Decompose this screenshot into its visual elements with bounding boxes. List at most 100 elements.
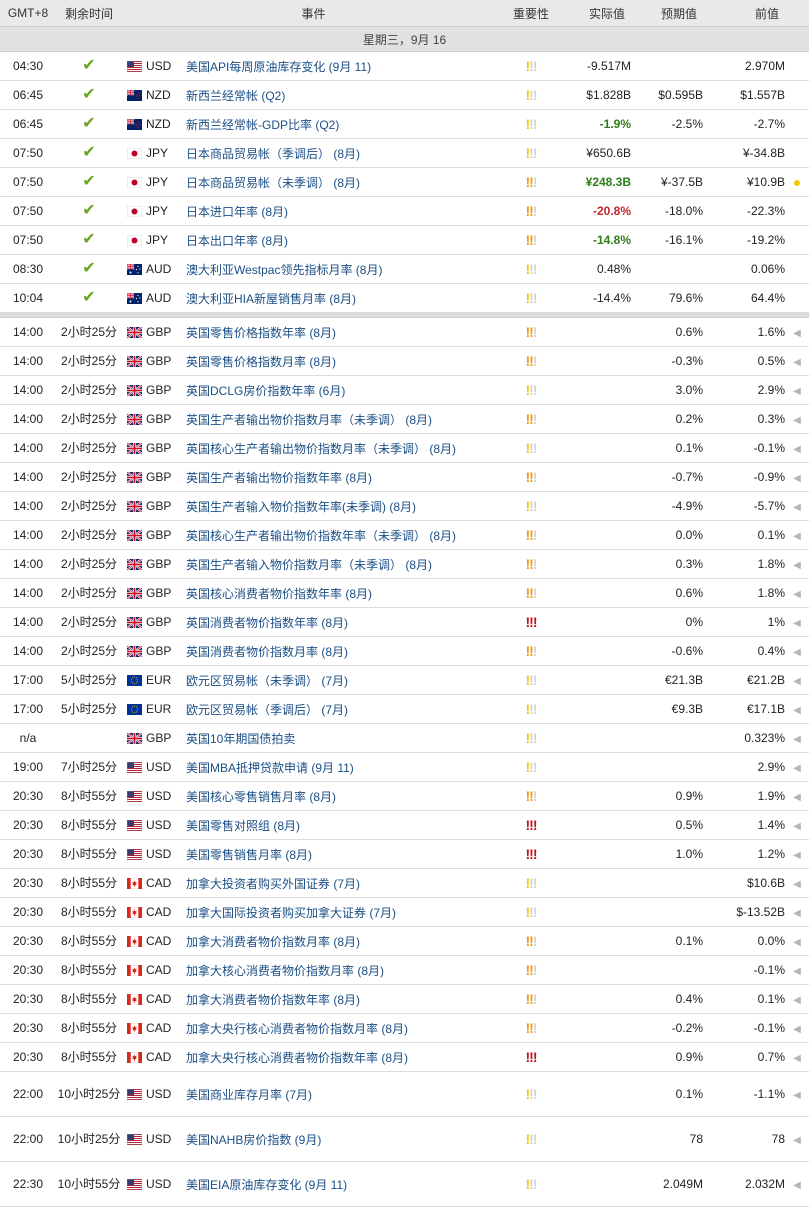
expand-arrow-icon[interactable]: ◀	[793, 1180, 801, 1191]
event-name-link[interactable]: 加拿大核心消费者物价指数月率 (8月)	[186, 955, 506, 985]
event-name-link[interactable]: 美国零售销售月率 (8月)	[186, 839, 506, 869]
expand-arrow-icon[interactable]: ◀	[793, 966, 801, 977]
expand-arrow-icon[interactable]: ◀	[793, 705, 801, 716]
event-row[interactable]: 07:50 ✔ JPY 日本出口年率 (8月)!!! -14.8% -16.1% -19.2…	[0, 225, 809, 255]
event-name-link[interactable]: 日本商品贸易帐（季调后） (8月)	[186, 138, 506, 168]
event-row[interactable]: 04:30 ✔ USD 美国API每周原油库存变化 (9月 11)!!! -9.517M…	[0, 51, 809, 81]
event-name-link[interactable]: 新西兰经常帐-GDP比率 (Q2)	[186, 109, 506, 139]
event-row[interactable]: 14:00 2小时25分 GBP 英国核心生产者输出物价指数月率（未季调） (8月)!…	[0, 433, 809, 463]
expand-arrow-icon[interactable]: ◀	[793, 386, 801, 397]
event-row[interactable]: 14:00 2小时25分 GBP 英国消费者物价指数年率 (8月)!!! 0% 1% ◀	[0, 607, 809, 637]
event-name-link[interactable]: 英国10年期国债拍卖	[186, 723, 506, 753]
expand-arrow-icon[interactable]: ◀	[793, 879, 801, 890]
event-row[interactable]: 14:00 2小时25分 GBP 英国消费者物价指数月率 (8月)!!! -0.6% 0.…	[0, 636, 809, 666]
event-name-link[interactable]: 日本进口年率 (8月)	[186, 196, 506, 226]
expand-arrow-icon[interactable]: ◀	[793, 502, 801, 513]
event-row[interactable]: 14:00 2小时25分 GBP 英国生产者输出物价指数月率（未季调） (8月)!!!…	[0, 404, 809, 434]
expand-arrow-icon[interactable]: ◀	[793, 618, 801, 629]
event-row[interactable]: 22:30 10小时55分 USD 美国EIA原油库存变化 (9月 11)!!! 2.0…	[0, 1161, 809, 1207]
event-row[interactable]: 08:30 ✔ AUD 澳大利亚Westpac领先指标月率 (8月)!!! 0.48% 0…	[0, 254, 809, 284]
event-row[interactable]: 14:00 2小时25分 GBP 英国核心生产者输出物价指数年率（未季调） (8月)!…	[0, 520, 809, 550]
event-name-link[interactable]: 美国EIA原油库存变化 (9月 11)	[186, 1161, 506, 1207]
event-row[interactable]: n/a GBP 英国10年期国债拍卖!!! 0.323% ◀	[0, 723, 809, 753]
col-previous[interactable]: 前值	[703, 0, 786, 27]
event-name-link[interactable]: 加拿大消费者物价指数年率 (8月)	[186, 984, 506, 1014]
event-name-link[interactable]: 欧元区贸易帐（季调后） (7月)	[186, 694, 506, 724]
event-row[interactable]: 20:30 8小时55分 USD 美国零售销售月率 (8月)!!! 1.0% 1.2% ◀	[0, 839, 809, 869]
event-name-link[interactable]: 英国DCLG房价指数年率 (6月)	[186, 375, 506, 405]
event-name-link[interactable]: 加拿大消费者物价指数月率 (8月)	[186, 926, 506, 956]
event-name-link[interactable]: 澳大利亚HIA新屋销售月率 (8月)	[186, 283, 506, 313]
event-name-link[interactable]: 美国API每周原油库存变化 (9月 11)	[186, 51, 506, 81]
event-row[interactable]: 14:00 2小时25分 GBP 英国零售价格指数月率 (8月)!!! -0.3% 0.5…	[0, 346, 809, 376]
event-row[interactable]: 20:30 8小时55分 CAD 加拿大国际投资者购买加拿大证券 (7月)!!! $-1…	[0, 897, 809, 927]
expand-arrow-icon[interactable]: ◀	[793, 850, 801, 861]
expand-arrow-icon[interactable]: ◀	[793, 937, 801, 948]
event-name-link[interactable]: 英国零售价格指数月率 (8月)	[186, 346, 506, 376]
event-name-link[interactable]: 英国核心生产者输出物价指数月率（未季调） (8月)	[186, 433, 506, 463]
event-name-link[interactable]: 美国零售对照组 (8月)	[186, 810, 506, 840]
event-row[interactable]: 22:00 10小时25分 USD 美国NAHB房价指数 (9月)!!! 78 78 ◀	[0, 1116, 809, 1162]
event-name-link[interactable]: 英国零售价格指数年率 (8月)	[186, 317, 506, 347]
event-row[interactable]: 14:00 2小时25分 GBP 英国生产者输出物价指数年率 (8月)!!! -0.7%…	[0, 462, 809, 492]
event-row[interactable]: 20:30 8小时55分 CAD 加拿大央行核心消费者物价指数月率 (8月)!!! -0…	[0, 1013, 809, 1043]
expand-arrow-icon[interactable]: ◀	[793, 328, 801, 339]
event-row[interactable]: 19:00 7小时25分 USD 美国MBA抵押贷款申请 (9月 11)!!! 2.9%…	[0, 752, 809, 782]
col-importance[interactable]: 重要性	[505, 0, 558, 27]
event-name-link[interactable]: 加拿大国际投资者购买加拿大证券 (7月)	[186, 897, 506, 927]
event-row[interactable]: 20:30 8小时55分 CAD 加拿大消费者物价指数年率 (8月)!!! 0.4% 0.…	[0, 984, 809, 1014]
expand-arrow-icon[interactable]: ◀	[793, 473, 801, 484]
expand-arrow-icon[interactable]: ◀	[793, 1024, 801, 1035]
event-row[interactable]: 22:00 10小时25分 USD 美国商业库存月率 (7月)!!! 0.1% -1.1%…	[0, 1071, 809, 1117]
event-name-link[interactable]: 英国消费者物价指数年率 (8月)	[186, 607, 506, 637]
event-row[interactable]: 20:30 8小时55分 CAD 加拿大核心消费者物价指数月率 (8月)!!! -0.1…	[0, 955, 809, 985]
expand-arrow-icon[interactable]: ◀	[793, 444, 801, 455]
expand-arrow-icon[interactable]: ◀	[793, 1135, 801, 1146]
event-row[interactable]: 14:00 2小时25分 GBP 英国DCLG房价指数年率 (6月)!!! 3.0% 2.…	[0, 375, 809, 405]
event-row[interactable]: 07:50 ✔ JPY 日本进口年率 (8月)!!! -20.8% -18.0% -22.3…	[0, 196, 809, 226]
event-name-link[interactable]: 美国NAHB房价指数 (9月)	[186, 1116, 506, 1162]
event-name-link[interactable]: 欧元区贸易帐（未季调） (7月)	[186, 665, 506, 695]
event-name-link[interactable]: 英国消费者物价指数月率 (8月)	[186, 636, 506, 666]
event-name-link[interactable]: 日本出口年率 (8月)	[186, 225, 506, 255]
event-row[interactable]: 07:50 ✔ JPY 日本商品贸易帐（未季调） (8月)!!! ¥248.3B ¥-37…	[0, 167, 809, 197]
expand-arrow-icon[interactable]: ◀	[793, 415, 801, 426]
event-row[interactable]: 07:50 ✔ JPY 日本商品贸易帐（季调后） (8月)!!! ¥650.6B ¥-34…	[0, 138, 809, 168]
expand-arrow-icon[interactable]: ◀	[793, 734, 801, 745]
expand-arrow-icon[interactable]: ◀	[793, 792, 801, 803]
event-name-link[interactable]: 美国MBA抵押贷款申请 (9月 11)	[186, 752, 506, 782]
col-remaining[interactable]: 剩余时间	[56, 0, 122, 27]
expand-arrow-icon[interactable]: ◀	[793, 647, 801, 658]
event-name-link[interactable]: 美国核心零售销售月率 (8月)	[186, 781, 506, 811]
expand-arrow-icon[interactable]: ◀	[793, 357, 801, 368]
event-row[interactable]: 14:00 2小时25分 GBP 英国生产者输入物价指数月率（未季调） (8月)!!!…	[0, 549, 809, 579]
expand-arrow-icon[interactable]: ◀	[793, 560, 801, 571]
col-actual[interactable]: 实际值	[557, 0, 632, 27]
event-row[interactable]: 20:30 8小时55分 CAD 加拿大消费者物价指数月率 (8月)!!! 0.1% 0.…	[0, 926, 809, 956]
event-name-link[interactable]: 加拿大投资者购买外国证券 (7月)	[186, 868, 506, 898]
expand-arrow-icon[interactable]: ◀	[793, 531, 801, 542]
event-name-link[interactable]: 英国生产者输出物价指数年率 (8月)	[186, 462, 506, 492]
expand-arrow-icon[interactable]: ◀	[793, 589, 801, 600]
event-row[interactable]: 14:00 2小时25分 GBP 英国核心消费者物价指数年率 (8月)!!! 0.6% 1…	[0, 578, 809, 608]
event-name-link[interactable]: 英国核心生产者输出物价指数年率（未季调） (8月)	[186, 520, 506, 550]
event-row[interactable]: 20:30 8小时55分 USD 美国核心零售销售月率 (8月)!!! 0.9% 1.9%…	[0, 781, 809, 811]
event-row[interactable]: 17:00 5小时25分 EUR 欧元区贸易帐（未季调） (7月)!!! €21.3B €…	[0, 665, 809, 695]
event-name-link[interactable]: 澳大利亚Westpac领先指标月率 (8月)	[186, 254, 506, 284]
event-row[interactable]: 06:45 ✔ NZD 新西兰经常帐 (Q2)!!! $1.828B $0.595B $1.…	[0, 80, 809, 110]
expand-arrow-icon[interactable]: ◀	[793, 763, 801, 774]
event-row[interactable]: 14:00 2小时25分 GBP 英国零售价格指数年率 (8月)!!! 0.6% 1.6%…	[0, 317, 809, 347]
event-name-link[interactable]: 加拿大央行核心消费者物价指数年率 (8月)	[186, 1042, 506, 1072]
event-row[interactable]: 14:00 2小时25分 GBP 英国生产者输入物价指数年率(未季调) (8月)!!!…	[0, 491, 809, 521]
expand-arrow-icon[interactable]: ◀	[793, 995, 801, 1006]
event-name-link[interactable]: 英国生产者输入物价指数月率（未季调） (8月)	[186, 549, 506, 579]
col-forecast[interactable]: 预期值	[631, 0, 704, 27]
expand-arrow-icon[interactable]: ◀	[793, 821, 801, 832]
event-row[interactable]: 10:04 ✔ AUD 澳大利亚HIA新屋销售月率 (8月)!!! -14.4% 79.6…	[0, 283, 809, 313]
event-name-link[interactable]: 新西兰经常帐 (Q2)	[186, 80, 506, 110]
col-event[interactable]: 事件	[122, 0, 506, 27]
expand-arrow-icon[interactable]: ◀	[793, 908, 801, 919]
event-name-link[interactable]: 日本商品贸易帐（未季调） (8月)	[186, 167, 506, 197]
event-row[interactable]: 20:30 8小时55分 CAD 加拿大投资者购买外国证券 (7月)!!! $10.6B…	[0, 868, 809, 898]
event-row[interactable]: 06:45 ✔ NZD 新西兰经常帐-GDP比率 (Q2)!!! -1.9% -2.5% -…	[0, 109, 809, 139]
